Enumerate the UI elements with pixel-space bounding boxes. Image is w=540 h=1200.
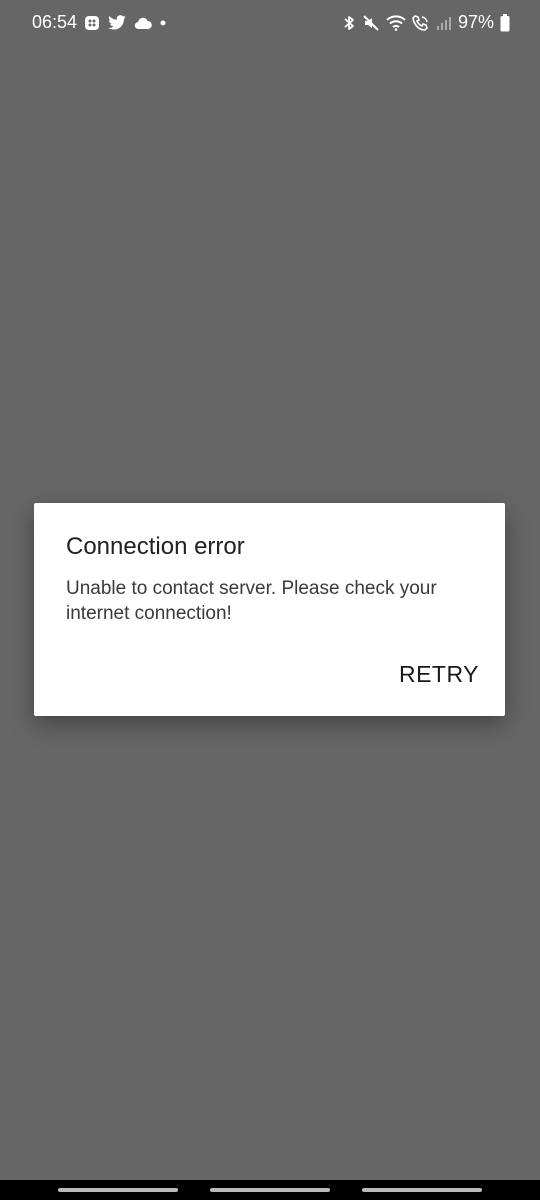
- battery-percent: 97%: [457, 12, 494, 32]
- retry-button[interactable]: RETRY: [399, 661, 479, 688]
- battery-icon: [500, 13, 510, 32]
- notification-dot-icon: [159, 19, 167, 27]
- cloud-icon: [134, 16, 152, 30]
- status-bar: 06:54 97%: [0, 0, 540, 46]
- nav-recents-handle[interactable]: [58, 1188, 178, 1192]
- navigation-bar: [0, 1180, 540, 1200]
- wifi-calling-icon: [412, 14, 430, 32]
- nav-back-handle[interactable]: [362, 1188, 482, 1192]
- wifi-icon: [386, 14, 406, 31]
- status-left: 06:54: [32, 12, 167, 33]
- status-right: 97%: [342, 12, 510, 33]
- status-time: 06:54: [32, 12, 78, 32]
- nav-home-handle[interactable]: [210, 1188, 330, 1192]
- dialog-message: Unable to contact server. Please check y…: [66, 578, 437, 624]
- signal-icon: [436, 15, 452, 31]
- dots-app-icon: [84, 15, 100, 31]
- mute-icon: [362, 14, 380, 32]
- twitter-icon: [107, 14, 127, 31]
- dialog-title: Connection error: [66, 533, 245, 560]
- connection-error-dialog: Connection error Unable to contact serve…: [34, 503, 505, 716]
- bluetooth-icon: [342, 14, 356, 32]
